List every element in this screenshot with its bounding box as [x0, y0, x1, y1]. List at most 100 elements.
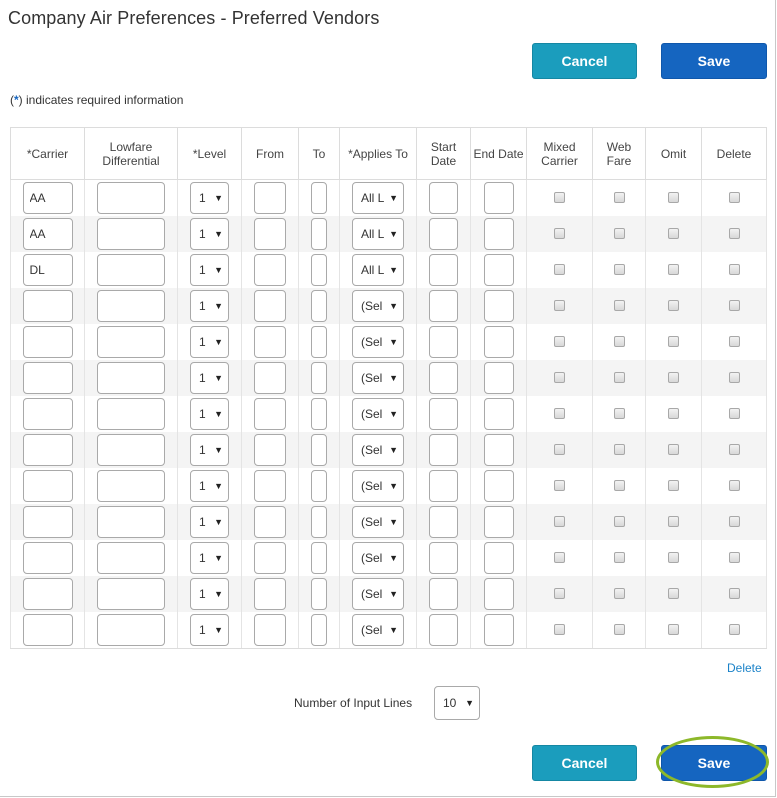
end-date-input[interactable]	[483, 506, 514, 538]
applies-to-select[interactable]: All L ▼	[352, 182, 404, 214]
delete-checkbox[interactable]	[728, 264, 740, 276]
mixed-carrier-checkbox[interactable]	[554, 588, 565, 600]
to-input[interactable]	[311, 290, 327, 322]
carrier-input[interactable]	[22, 218, 73, 250]
applies-to-select[interactable]: (Sel ▼	[352, 578, 404, 610]
to-input[interactable]	[311, 326, 327, 358]
delete-checkbox[interactable]	[728, 372, 740, 384]
level-select[interactable]: 1 ▼	[190, 326, 229, 358]
carrier-input[interactable]	[22, 578, 73, 610]
end-date-input[interactable]	[483, 182, 514, 214]
level-select[interactable]: 1 ▼	[190, 290, 229, 322]
carrier-input[interactable]	[22, 326, 73, 358]
applies-to-select[interactable]: (Sel ▼	[352, 434, 404, 466]
omit-checkbox[interactable]	[668, 408, 679, 420]
web-fare-checkbox[interactable]	[613, 408, 625, 420]
mixed-carrier-checkbox[interactable]	[554, 480, 565, 492]
carrier-input[interactable]	[22, 542, 73, 574]
start-date-input[interactable]	[429, 542, 458, 574]
level-select[interactable]: 1 ▼	[190, 506, 229, 538]
start-date-input[interactable]	[429, 398, 458, 430]
to-input[interactable]	[311, 542, 327, 574]
delete-checkbox[interactable]	[728, 588, 740, 600]
end-date-input[interactable]	[483, 578, 514, 610]
from-input[interactable]	[254, 218, 286, 250]
start-date-input[interactable]	[429, 218, 458, 250]
lowfare-differential-input[interactable]	[97, 398, 165, 430]
level-select[interactable]: 1 ▼	[190, 398, 229, 430]
to-input[interactable]	[311, 182, 327, 214]
lowfare-differential-input[interactable]	[97, 614, 165, 646]
web-fare-checkbox[interactable]	[613, 552, 625, 564]
omit-checkbox[interactable]	[668, 228, 679, 240]
delete-checkbox[interactable]	[728, 480, 740, 492]
delete-checkbox[interactable]	[728, 516, 740, 528]
omit-checkbox[interactable]	[668, 372, 679, 384]
from-input[interactable]	[254, 254, 286, 286]
end-date-input[interactable]	[483, 614, 514, 646]
to-input[interactable]	[311, 218, 327, 250]
lowfare-differential-input[interactable]	[97, 542, 165, 574]
applies-to-select[interactable]: (Sel ▼	[352, 398, 404, 430]
end-date-input[interactable]	[483, 326, 514, 358]
from-input[interactable]	[254, 398, 286, 430]
delete-checkbox[interactable]	[728, 192, 740, 204]
delete-checkbox[interactable]	[728, 336, 740, 348]
level-select[interactable]: 1 ▼	[190, 362, 229, 394]
carrier-input[interactable]	[22, 470, 73, 502]
applies-to-select[interactable]: (Sel ▼	[352, 542, 404, 574]
cancel-button-top[interactable]: Cancel	[532, 43, 637, 79]
carrier-input[interactable]	[22, 254, 73, 286]
delete-checkbox[interactable]	[728, 300, 740, 312]
delete-checkbox[interactable]	[728, 552, 740, 564]
end-date-input[interactable]	[483, 542, 514, 574]
level-select[interactable]: 1 ▼	[190, 182, 229, 214]
applies-to-select[interactable]: (Sel ▼	[352, 290, 404, 322]
mixed-carrier-checkbox[interactable]	[554, 624, 565, 636]
mixed-carrier-checkbox[interactable]	[554, 192, 565, 204]
lowfare-differential-input[interactable]	[97, 254, 165, 286]
start-date-input[interactable]	[429, 434, 458, 466]
to-input[interactable]	[311, 578, 327, 610]
carrier-input[interactable]	[22, 182, 73, 214]
from-input[interactable]	[254, 542, 286, 574]
start-date-input[interactable]	[429, 470, 458, 502]
delete-checkbox[interactable]	[728, 444, 740, 456]
delete-checkbox[interactable]	[728, 228, 740, 240]
carrier-input[interactable]	[22, 290, 73, 322]
lowfare-differential-input[interactable]	[97, 218, 165, 250]
level-select[interactable]: 1 ▼	[190, 542, 229, 574]
omit-checkbox[interactable]	[668, 624, 679, 636]
level-select[interactable]: 1 ▼	[190, 614, 229, 646]
web-fare-checkbox[interactable]	[613, 516, 625, 528]
end-date-input[interactable]	[483, 290, 514, 322]
applies-to-select[interactable]: (Sel ▼	[352, 362, 404, 394]
applies-to-select[interactable]: (Sel ▼	[352, 470, 404, 502]
from-input[interactable]	[254, 506, 286, 538]
start-date-input[interactable]	[429, 362, 458, 394]
to-input[interactable]	[311, 614, 327, 646]
web-fare-checkbox[interactable]	[613, 336, 625, 348]
level-select[interactable]: 1 ▼	[190, 434, 229, 466]
save-button-top[interactable]: Save	[661, 43, 767, 79]
start-date-input[interactable]	[429, 182, 458, 214]
lowfare-differential-input[interactable]	[97, 326, 165, 358]
lowfare-differential-input[interactable]	[97, 506, 165, 538]
delete-link[interactable]: Delete	[727, 661, 762, 675]
to-input[interactable]	[311, 506, 327, 538]
end-date-input[interactable]	[483, 470, 514, 502]
web-fare-checkbox[interactable]	[613, 264, 625, 276]
carrier-input[interactable]	[22, 506, 73, 538]
lowfare-differential-input[interactable]	[97, 470, 165, 502]
applies-to-select[interactable]: (Sel ▼	[352, 614, 404, 646]
delete-checkbox[interactable]	[728, 624, 740, 636]
web-fare-checkbox[interactable]	[613, 480, 625, 492]
from-input[interactable]	[254, 614, 286, 646]
omit-checkbox[interactable]	[668, 264, 679, 276]
lowfare-differential-input[interactable]	[97, 362, 165, 394]
to-input[interactable]	[311, 254, 327, 286]
end-date-input[interactable]	[483, 218, 514, 250]
carrier-input[interactable]	[22, 398, 73, 430]
mixed-carrier-checkbox[interactable]	[554, 516, 565, 528]
omit-checkbox[interactable]	[668, 300, 679, 312]
